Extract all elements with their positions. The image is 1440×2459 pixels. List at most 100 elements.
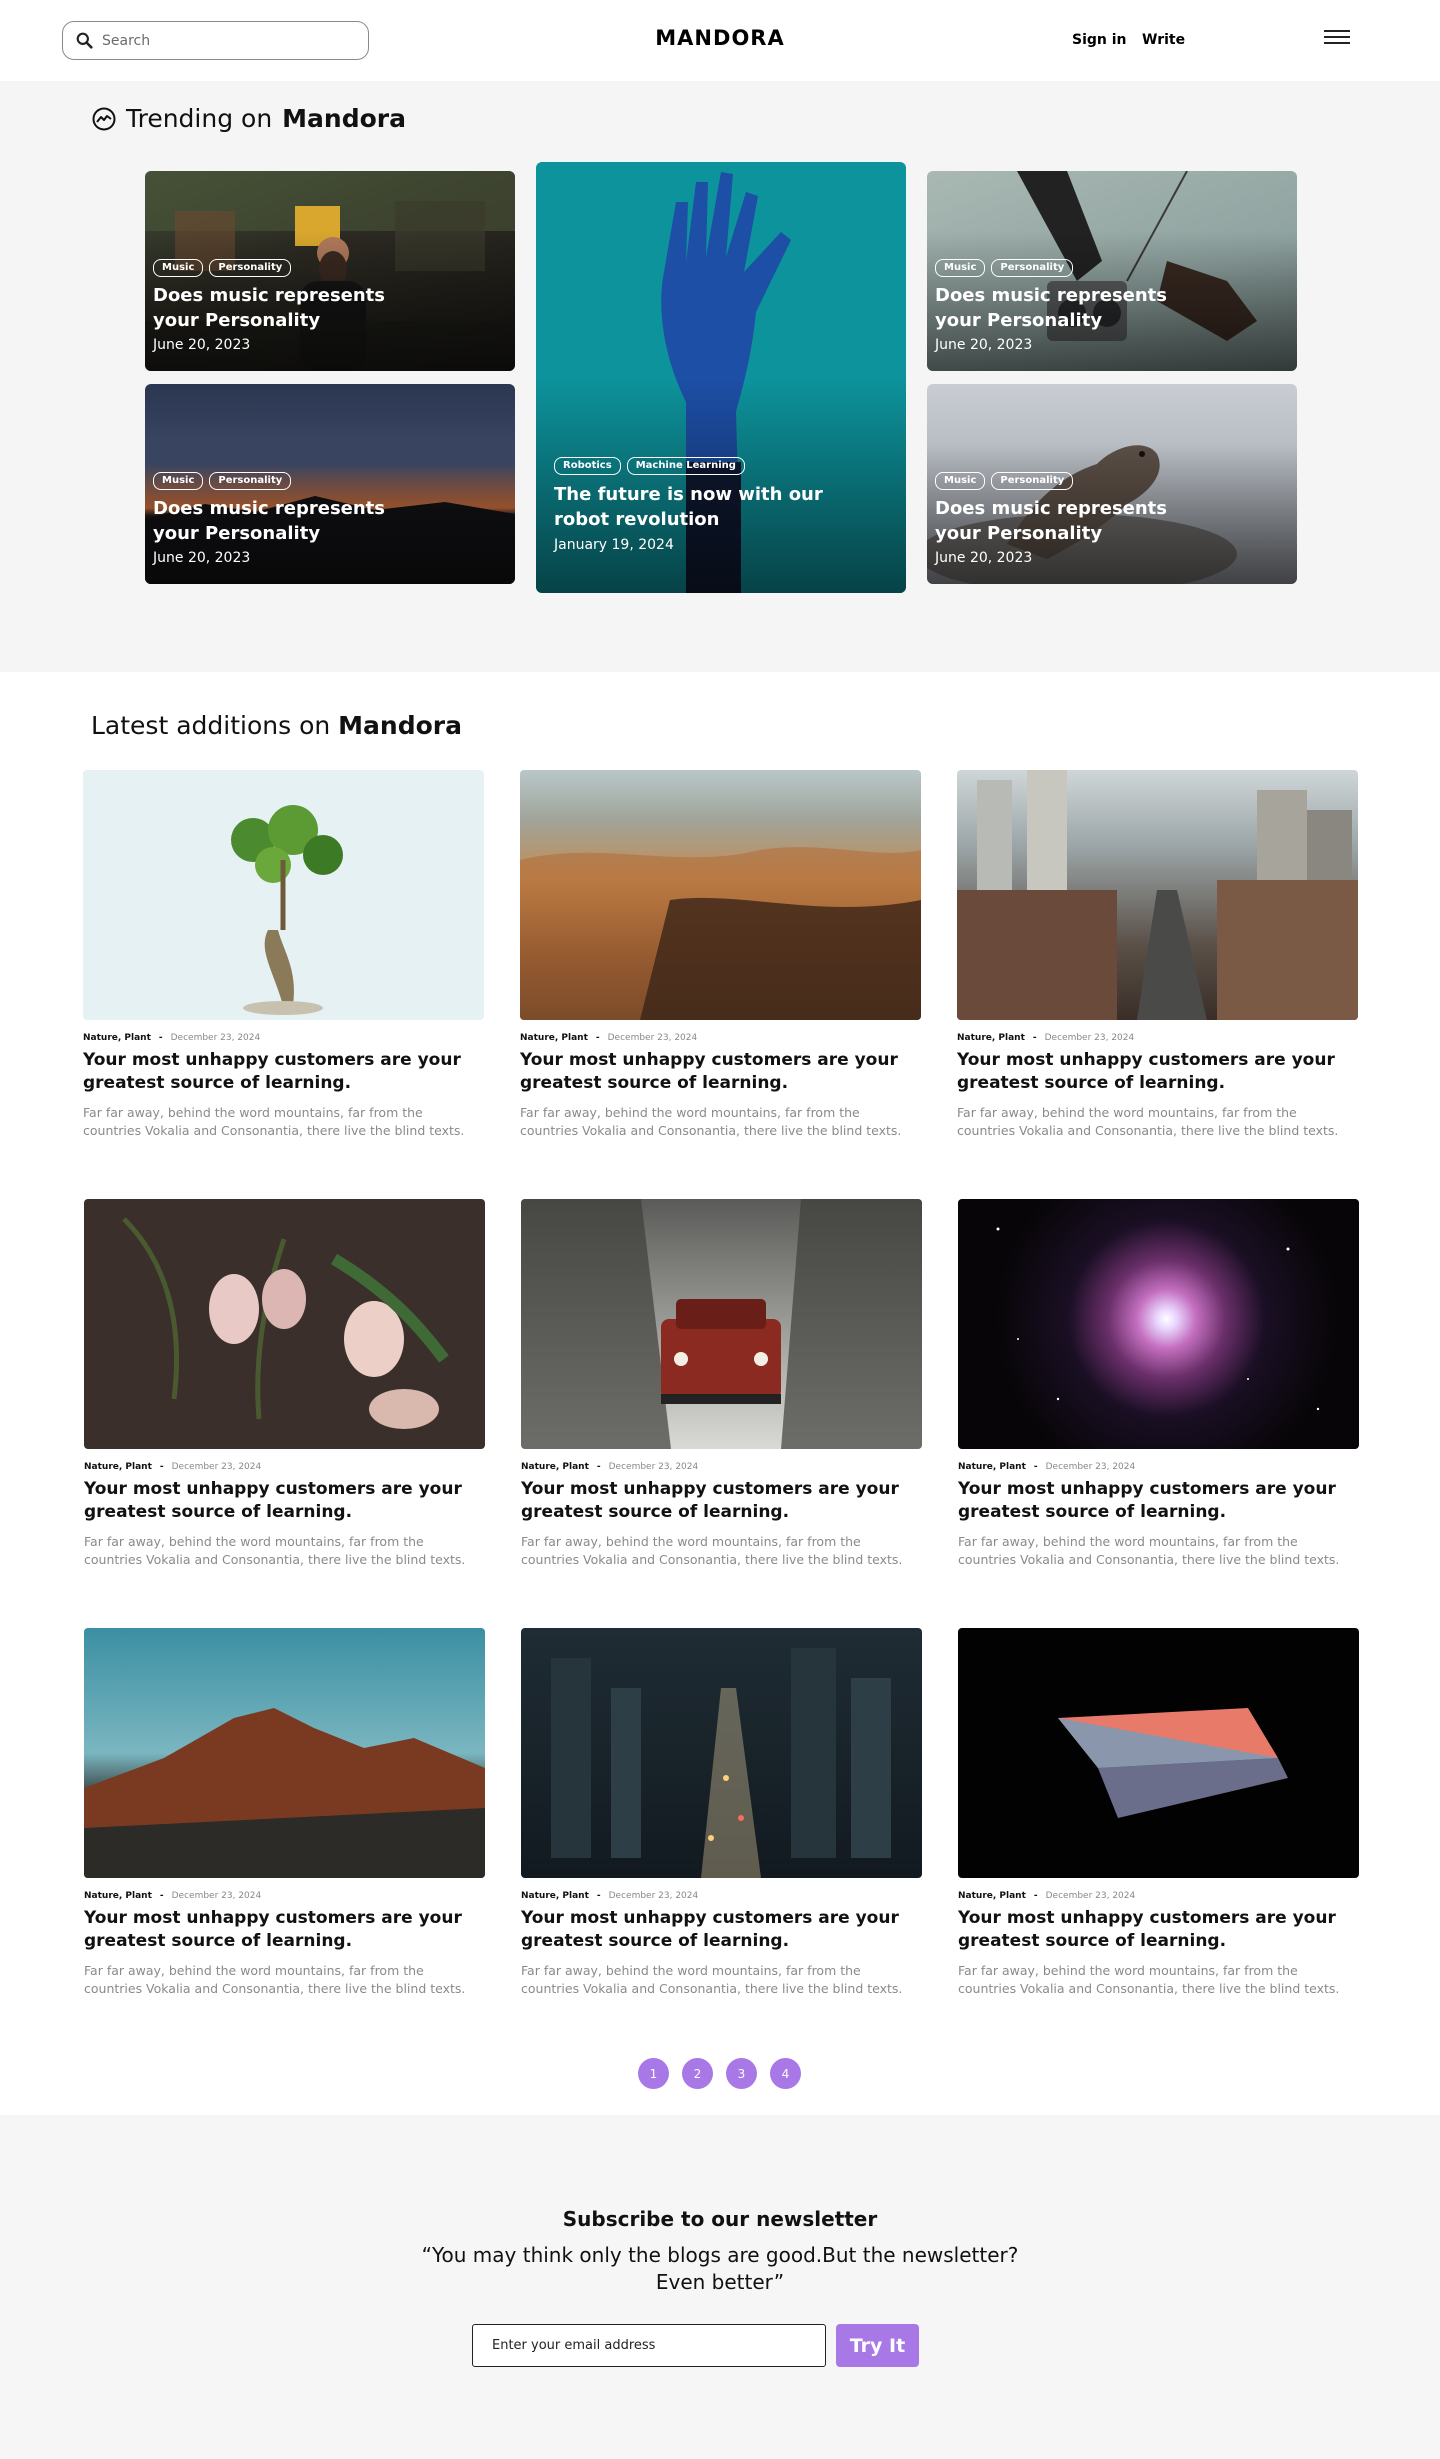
post-date: December 23, 2024 <box>170 1033 261 1043</box>
search-box[interactable] <box>62 21 369 60</box>
trending-card[interactable]: Music Personality Does music represents … <box>145 384 515 584</box>
post-card[interactable]: Nature, Plant - December 23, 2024 Your mos… <box>84 1628 485 1998</box>
post-image[interactable] <box>83 770 484 1020</box>
trending-heading: Trending on Mandora <box>92 104 406 133</box>
post-category[interactable]: Nature, Plant <box>958 1462 1026 1472</box>
post-title[interactable]: Your most unhappy customers are your gre… <box>84 1907 485 1953</box>
post-card[interactable]: Nature, Plant - December 23, 2024 Your mos… <box>521 1199 922 1569</box>
search-icon <box>76 32 93 49</box>
post-date: December 23, 2024 <box>608 1462 699 1472</box>
post-date: December 23, 2024 <box>607 1033 698 1043</box>
sign-in-link[interactable]: Sign in <box>1072 32 1127 48</box>
tag[interactable]: Machine Learning <box>626 457 745 475</box>
post-date: December 23, 2024 <box>608 1891 699 1901</box>
post-title[interactable]: Your most unhappy customers are your gre… <box>521 1478 922 1524</box>
post-card[interactable]: Nature, Plant - December 23, 2024 Your mos… <box>957 770 1358 1140</box>
post-date: December 23, 2024 <box>1045 1891 1136 1901</box>
tag[interactable]: Music <box>935 259 986 277</box>
pagination: 1 2 3 4 <box>638 2058 801 2089</box>
post-description: Far far away, behind the word mountains,… <box>521 1534 903 1567</box>
post-description: Far far away, behind the word mountains,… <box>521 1963 903 1996</box>
try-it-button[interactable]: Try It <box>836 2324 919 2367</box>
post-image[interactable] <box>958 1628 1359 1878</box>
trending-title-prefix: Trending on <box>126 104 273 133</box>
write-link[interactable]: Write <box>1142 32 1185 48</box>
post-category[interactable]: Nature, Plant <box>84 1891 152 1901</box>
post-title[interactable]: Your most unhappy customers are your gre… <box>521 1907 922 1953</box>
page-button-4[interactable]: 4 <box>770 2058 801 2089</box>
post-image[interactable] <box>957 770 1358 1020</box>
post-category[interactable]: Nature, Plant <box>84 1462 152 1472</box>
trending-card[interactable]: Music Personality Does music represents … <box>927 384 1297 584</box>
tag[interactable]: Robotics <box>554 457 621 475</box>
card-title: Does music represents your Personality <box>153 285 385 331</box>
site-header: MANDORA Sign in Write <box>0 0 1440 81</box>
post-meta: Nature, Plant - December 23, 2024 <box>521 1462 699 1472</box>
email-field[interactable] <box>472 2324 826 2367</box>
post-meta: Nature, Plant - December 23, 2024 <box>521 1891 699 1901</box>
post-image[interactable] <box>84 1199 485 1449</box>
post-title[interactable]: Your most unhappy customers are your gre… <box>957 1049 1358 1095</box>
post-card[interactable]: Nature, Plant - December 23, 2024 Your mos… <box>521 1628 922 1998</box>
post-image[interactable] <box>958 1199 1359 1449</box>
post-card[interactable]: Nature, Plant - December 23, 2024 Your mos… <box>958 1199 1359 1569</box>
post-description: Far far away, behind the word mountains,… <box>520 1105 902 1138</box>
post-image[interactable] <box>520 770 921 1020</box>
post-description: Far far away, behind the word mountains,… <box>84 1534 466 1567</box>
newsletter-quote: “You may think only the blogs are good.B… <box>421 2243 1019 2294</box>
tag[interactable]: Personality <box>209 259 292 277</box>
post-category[interactable]: Nature, Plant <box>521 1462 589 1472</box>
latest-title-prefix: Latest additions on <box>91 711 331 740</box>
card-title: Does music represents your Personality <box>935 498 1167 544</box>
post-card[interactable]: Nature, Plant - December 23, 2024 Your mos… <box>83 770 484 1140</box>
newsletter-title: Subscribe to our newsletter <box>562 2207 878 2231</box>
post-description: Far far away, behind the word mountains,… <box>958 1534 1340 1567</box>
post-title[interactable]: Your most unhappy customers are your gre… <box>958 1478 1359 1524</box>
trending-card[interactable]: Music Personality Does music represents … <box>145 171 515 371</box>
post-description: Far far away, behind the word mountains,… <box>958 1963 1340 1996</box>
page-button-2[interactable]: 2 <box>682 2058 713 2089</box>
trending-card[interactable]: Music Personality Does music represents … <box>927 171 1297 371</box>
tag[interactable]: Music <box>153 259 204 277</box>
card-date: January 19, 2024 <box>554 537 674 553</box>
search-input[interactable] <box>102 32 342 49</box>
tag[interactable]: Personality <box>991 472 1074 490</box>
post-category[interactable]: Nature, Plant <box>520 1033 588 1043</box>
card-title: Does music represents your Personality <box>153 498 385 544</box>
card-title: Does music represents your Personality <box>935 285 1167 331</box>
post-image[interactable] <box>521 1628 922 1878</box>
page-button-3[interactable]: 3 <box>726 2058 757 2089</box>
post-title[interactable]: Your most unhappy customers are your gre… <box>83 1049 484 1095</box>
latest-heading: Latest additions on Mandora <box>91 711 462 740</box>
trending-card[interactable]: Robotics Machine Learning The future is … <box>536 162 906 593</box>
trending-section: Trending on Mandora Music Personality Do… <box>0 81 1440 672</box>
post-title[interactable]: Your most unhappy customers are your gre… <box>84 1478 485 1524</box>
post-category[interactable]: Nature, Plant <box>957 1033 1025 1043</box>
post-meta: Nature, Plant - December 23, 2024 <box>520 1033 698 1043</box>
post-card[interactable]: Nature, Plant - December 23, 2024 Your mos… <box>520 770 921 1140</box>
menu-icon[interactable] <box>1324 30 1350 50</box>
post-card[interactable]: Nature, Plant - December 23, 2024 Your mos… <box>958 1628 1359 1998</box>
card-date: June 20, 2023 <box>153 550 251 566</box>
post-title[interactable]: Your most unhappy customers are your gre… <box>958 1907 1359 1953</box>
post-category[interactable]: Nature, Plant <box>521 1891 589 1901</box>
tag[interactable]: Personality <box>991 259 1074 277</box>
post-description: Far far away, behind the word mountains,… <box>83 1105 465 1138</box>
tag[interactable]: Music <box>153 472 204 490</box>
post-date: December 23, 2024 <box>171 1462 262 1472</box>
post-meta: Nature, Plant - December 23, 2024 <box>958 1891 1136 1901</box>
latest-title-brand: Mandora <box>338 711 462 740</box>
post-image[interactable] <box>84 1628 485 1878</box>
post-meta: Nature, Plant - December 23, 2024 <box>83 1033 261 1043</box>
post-category[interactable]: Nature, Plant <box>83 1033 151 1043</box>
trending-icon <box>92 107 116 130</box>
tag[interactable]: Music <box>935 472 986 490</box>
trending-title-brand: Mandora <box>282 104 406 133</box>
post-date: December 23, 2024 <box>1044 1033 1135 1043</box>
post-image[interactable] <box>521 1199 922 1449</box>
page-button-1[interactable]: 1 <box>638 2058 669 2089</box>
post-title[interactable]: Your most unhappy customers are your gre… <box>520 1049 921 1095</box>
tag[interactable]: Personality <box>209 472 292 490</box>
post-card[interactable]: Nature, Plant - December 23, 2024 Your mos… <box>84 1199 485 1569</box>
post-category[interactable]: Nature, Plant <box>958 1891 1026 1901</box>
